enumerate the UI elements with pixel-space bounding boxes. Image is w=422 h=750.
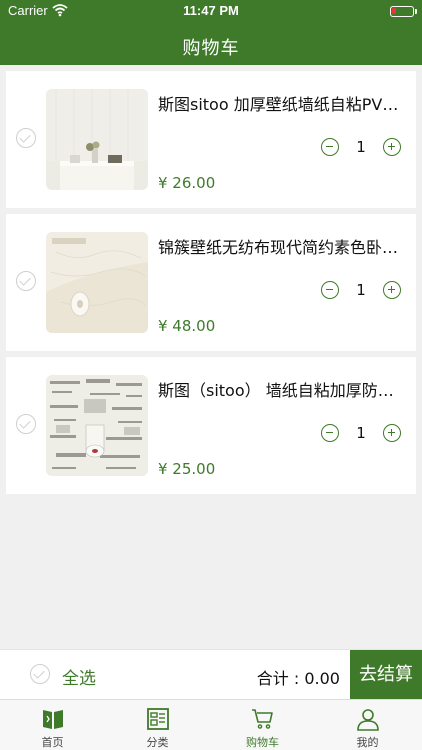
product-image[interactable] (46, 232, 148, 333)
decrease-button[interactable] (321, 138, 339, 156)
item-checkbox[interactable] (16, 128, 36, 148)
quantity-stepper: 1 (321, 281, 401, 301)
wallpaper-room-image (46, 89, 148, 190)
product-name[interactable]: 斯图（sitoo） 墙纸自粘加厚防水墙贴报纸 (158, 377, 408, 401)
product-price: ¥ 48.00 (158, 317, 216, 335)
increase-button[interactable] (383, 281, 401, 299)
select-all-label[interactable]: 全选 (62, 664, 96, 689)
newspaper-wallpaper-image (46, 375, 148, 476)
tab-category[interactable]: 分类 (105, 700, 210, 750)
tab-label: 首页 (41, 736, 64, 749)
checkout-bar: 全选 合计 : 0.00 去结算 (0, 649, 422, 700)
cart-item[interactable]: 斯图sitoo 加厚壁纸墙纸自粘PVC防水卧室客厅 1 ¥ 26.00 (6, 71, 416, 208)
cart-icon (252, 709, 273, 729)
increase-button[interactable] (383, 138, 401, 156)
product-price: ¥ 26.00 (158, 174, 216, 192)
tab-cart[interactable]: 购物车 (210, 700, 315, 750)
select-all-checkbox[interactable] (30, 664, 50, 684)
cart-list: 斯图sitoo 加厚壁纸墙纸自粘PVC防水卧室客厅 1 ¥ 26.00 (6, 71, 416, 500)
product-image[interactable] (46, 375, 148, 476)
total-amount: 合计 : 0.00 (256, 669, 340, 688)
tab-label: 购物车 (246, 736, 279, 749)
quantity-value: 1 (356, 281, 366, 299)
quantity-value: 1 (356, 424, 366, 442)
app-header: Carrier 11:47 PM 购物车 (0, 0, 422, 65)
decrease-button[interactable] (321, 281, 339, 299)
cart-item[interactable]: 锦簇壁纸无纺布现代简约素色卧室客厅背景墙 1 ¥ 48.00 (6, 214, 416, 351)
wallpaper-roll-image (46, 232, 148, 333)
status-bar: Carrier 11:47 PM (0, 0, 422, 22)
product-image[interactable] (46, 89, 148, 190)
page-title: 购物车 (182, 38, 240, 59)
item-checkbox[interactable] (16, 414, 36, 434)
decrease-button[interactable] (321, 424, 339, 442)
quantity-value: 1 (356, 138, 366, 156)
category-icon (147, 708, 169, 730)
product-name[interactable]: 锦簇壁纸无纺布现代简约素色卧室客厅背景墙 (158, 234, 408, 258)
increase-button[interactable] (383, 424, 401, 442)
tab-label: 我的 (356, 736, 379, 749)
clock: 11:47 PM (183, 3, 239, 18)
quantity-stepper: 1 (321, 424, 401, 444)
home-book-icon (43, 710, 63, 729)
battery-icon (390, 6, 417, 17)
product-price: ¥ 25.00 (158, 460, 216, 478)
tab-bar: 首页 分类 购物车 我的 (0, 699, 422, 750)
quantity-stepper: 1 (321, 138, 401, 158)
cart-item[interactable]: 斯图（sitoo） 墙纸自粘加厚防水墙贴报纸 1 ¥ 25.00 (6, 357, 416, 494)
tab-label: 分类 (146, 736, 169, 749)
profile-icon (357, 709, 379, 731)
tab-profile[interactable]: 我的 (315, 700, 420, 750)
item-checkbox[interactable] (16, 271, 36, 291)
checkout-button[interactable]: 去结算 (350, 650, 422, 700)
product-name[interactable]: 斯图sitoo 加厚壁纸墙纸自粘PVC防水卧室客厅 (158, 91, 408, 115)
tab-home[interactable]: 首页 (0, 700, 105, 750)
